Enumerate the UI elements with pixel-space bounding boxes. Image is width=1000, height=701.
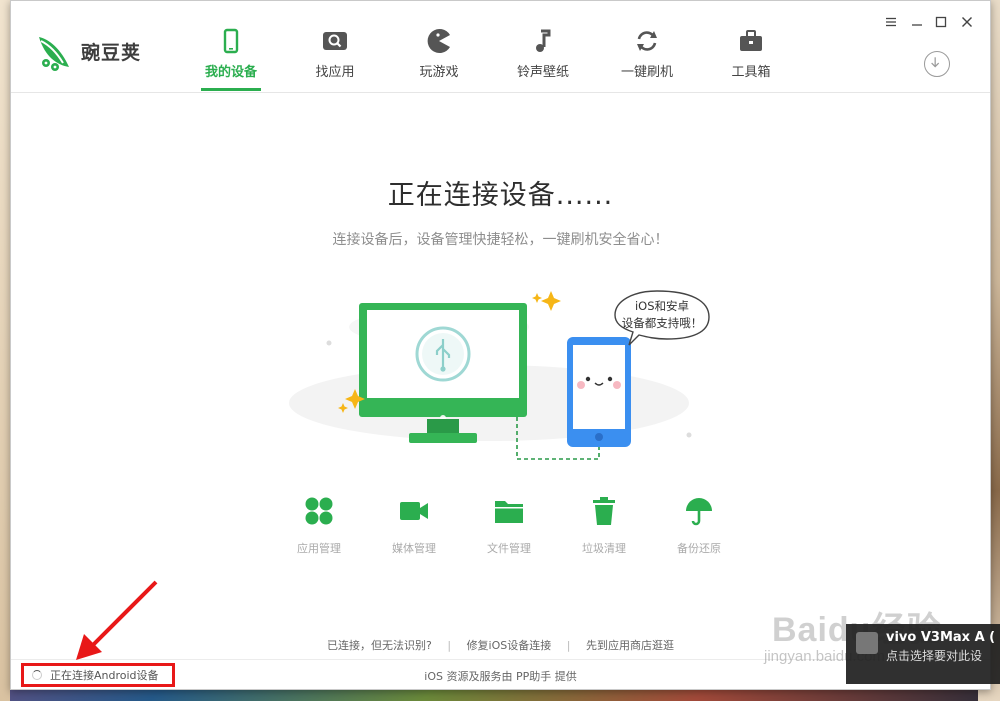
link-repair-ios[interactable]: 修复iOS设备连接 xyxy=(467,639,552,652)
pea-pod-logo-icon xyxy=(39,37,69,71)
nav-label: 我的设备 xyxy=(204,65,257,80)
page-subtitle: 连接设备后，设备管理快捷轻松，一键刷机安全省心！ xyxy=(332,232,669,248)
feature-label: 垃圾清理 xyxy=(582,542,626,555)
nav-label: 工具箱 xyxy=(731,65,771,80)
refresh-icon xyxy=(637,31,657,51)
feature-label: 媒体管理 xyxy=(392,542,436,555)
menu-button[interactable] xyxy=(881,13,901,33)
nav-one-click-flash[interactable]: 一键刷机 xyxy=(597,27,697,83)
feature-junk-cleanup[interactable]: 垃圾清理 xyxy=(564,495,644,556)
nav-label: 铃声壁纸 xyxy=(516,65,569,80)
page-title: 正在连接设备...... xyxy=(387,180,614,211)
link-go-app-store[interactable]: 先到应用商店逛逛 xyxy=(586,639,674,652)
close-icon xyxy=(962,17,972,27)
minimize-button[interactable] xyxy=(907,13,927,33)
search-icon xyxy=(323,32,347,50)
phone-icon xyxy=(223,28,239,54)
feature-label: 备份还原 xyxy=(677,542,721,555)
bubble-text-line2: 设备都支持哦！ xyxy=(622,316,703,330)
toast-subtitle: 点击选择要对此设 xyxy=(886,649,983,663)
toolbox-icon xyxy=(740,30,762,51)
feature-label: 文件管理 xyxy=(487,542,531,555)
nav-label: 玩游戏 xyxy=(419,65,459,80)
nav-label: 找应用 xyxy=(315,65,355,80)
device-notification-toast[interactable]: vivo V3Max A ( 点击选择要对此设 xyxy=(846,624,1000,684)
desktop-edge xyxy=(0,0,10,701)
music-note-icon xyxy=(536,29,551,52)
link-separator: | xyxy=(447,639,452,652)
feature-media-management[interactable]: 媒体管理 xyxy=(374,495,454,556)
header-bar: 豌豆荚 我的设备 找应用 玩游戏 铃声壁纸 一键刷机 工具箱 xyxy=(11,1,990,93)
nav-toolbox[interactable]: 工具箱 xyxy=(701,27,801,83)
folder-icon xyxy=(495,501,523,523)
apps-grid-icon xyxy=(305,497,333,525)
close-button[interactable] xyxy=(957,13,977,33)
nav-my-devices[interactable]: 我的设备 xyxy=(181,27,281,91)
annotation-arrow-icon xyxy=(76,580,158,660)
feature-label: 应用管理 xyxy=(297,542,341,555)
app-name: 豌豆荚 xyxy=(81,41,142,64)
toast-title: vivo V3Max A ( xyxy=(886,630,996,645)
device-icon xyxy=(856,632,878,654)
hamburger-icon xyxy=(886,17,896,27)
feature-backup-restore[interactable]: 备份还原 xyxy=(659,495,739,556)
download-manager-button[interactable] xyxy=(924,51,950,77)
pacman-icon xyxy=(427,29,450,53)
trash-icon xyxy=(593,497,615,525)
maximize-icon xyxy=(935,16,947,28)
nav-games[interactable]: 玩游戏 xyxy=(389,27,489,83)
feature-app-management[interactable]: 应用管理 xyxy=(279,495,359,556)
link-separator: | xyxy=(566,639,571,652)
minimize-icon xyxy=(912,24,922,26)
feature-file-management[interactable]: 文件管理 xyxy=(469,495,549,556)
bubble-text-line1: iOS和安卓 xyxy=(635,299,689,313)
umbrella-icon xyxy=(686,498,712,526)
video-camera-icon xyxy=(400,502,428,520)
nav-ringtones-wallpapers[interactable]: 铃声壁纸 xyxy=(493,27,593,83)
active-indicator xyxy=(201,88,261,91)
maximize-button[interactable] xyxy=(931,13,951,33)
feature-shortcuts: 应用管理 媒体管理 文件管理 垃圾清理 备份还原 xyxy=(279,495,739,555)
connect-device-illustration: iOS和安卓 设备都支持哦！ xyxy=(289,290,710,460)
link-connected-unrecognized[interactable]: 已连接，但无法识别? xyxy=(327,639,432,652)
download-arrow-icon xyxy=(931,57,940,68)
nav-find-apps[interactable]: 找应用 xyxy=(285,27,385,83)
nav-label: 一键刷机 xyxy=(620,65,673,80)
app-logo[interactable]: 豌豆荚 xyxy=(35,29,141,73)
